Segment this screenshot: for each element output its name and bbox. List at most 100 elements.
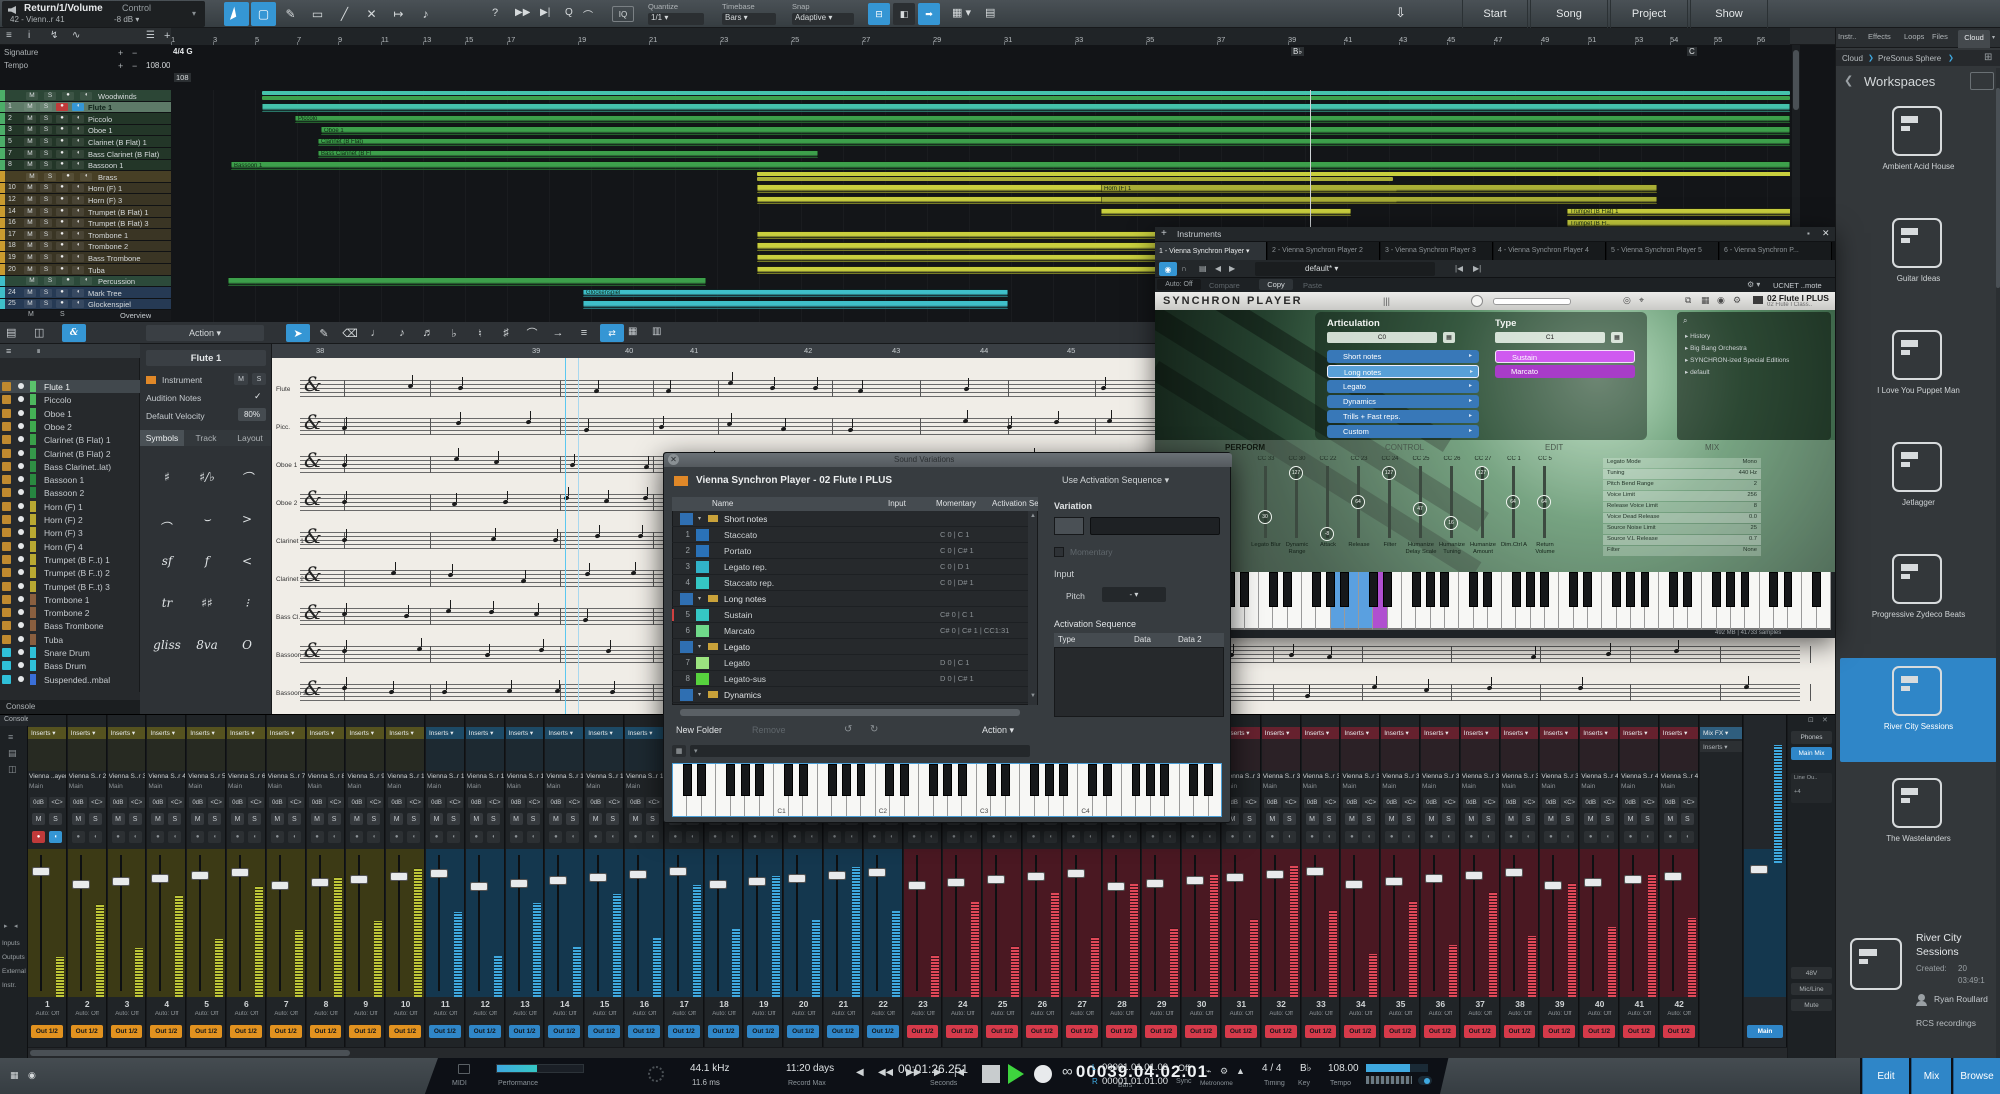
mute-button[interactable]: M: [1664, 813, 1677, 825]
mixer-hscroll-thumb[interactable]: [30, 1050, 350, 1056]
start-page-button[interactable]: Start: [1462, 0, 1528, 28]
variation-row[interactable]: 6MarcatoC# 0 | C# 1 | CC1:31: [672, 623, 1028, 639]
mute-button[interactable]: M: [26, 277, 38, 285]
solo-button[interactable]: S: [487, 813, 500, 825]
variation-row[interactable]: 2PortatoC 0 | C# 1: [672, 543, 1028, 559]
gain-chip[interactable]: 0dB: [269, 797, 286, 808]
channel-strip[interactable]: Inserts ▾Vienna S..r 7Main0dB<C>MS●◖7Aut…: [267, 715, 306, 1047]
inserts-header[interactable]: Inserts ▾: [108, 727, 147, 739]
type-learn-icon[interactable]: ▦: [1611, 332, 1623, 343]
output-chip[interactable]: Out 1/2: [1464, 1025, 1496, 1038]
sharp-button[interactable]: ♯: [494, 324, 518, 342]
monitor-button[interactable]: ◖: [1641, 831, 1654, 843]
pan-chip[interactable]: <C>: [1362, 797, 1378, 808]
channel-output[interactable]: Main: [1342, 783, 1379, 790]
fader-lane[interactable]: [744, 849, 783, 997]
inserts-header[interactable]: Inserts ▾: [1540, 727, 1579, 739]
inserts-header[interactable]: Inserts ▾: [1580, 727, 1619, 739]
automation-mode[interactable]: Auto: Off: [586, 1011, 623, 1017]
folder-caret-icon[interactable]: ▾: [698, 595, 701, 602]
score-list-menu-icon[interactable]: ≡: [6, 346, 11, 356]
pan-chip[interactable]: <C>: [646, 797, 662, 808]
visibility-dot[interactable]: [18, 609, 24, 615]
fader-lane[interactable]: [665, 849, 704, 997]
channel-strip[interactable]: Inserts ▾Vienna S..r 15Main0dB<C>MS●◖15A…: [585, 715, 624, 1047]
visibility-dot[interactable]: [18, 636, 24, 642]
setting-row[interactable]: FilterNone: [1603, 546, 1761, 556]
record-arm-button[interactable]: ●: [669, 831, 682, 843]
black-key[interactable]: [1540, 572, 1549, 607]
mute-button[interactable]: M: [24, 115, 36, 123]
solo-button[interactable]: S: [1283, 813, 1296, 825]
inserts-header[interactable]: Inserts ▾: [1421, 727, 1460, 739]
workspace-card[interactable]: River City Sessions: [1840, 658, 1997, 762]
output-chip[interactable]: Out 1/2: [1344, 1025, 1376, 1038]
channel-strip[interactable]: Inserts ▾Vienna S..r 4Main0dB<C>MS●◖4Aut…: [147, 715, 186, 1047]
fader-lane[interactable]: [386, 849, 425, 997]
mute-button[interactable]: M: [24, 161, 36, 169]
inserts-header[interactable]: Inserts ▾: [1341, 727, 1380, 739]
automation-mode[interactable]: Auto: Off: [427, 1011, 464, 1017]
channel-output[interactable]: Main: [29, 783, 66, 790]
tempo-add-icon[interactable]: +: [118, 61, 123, 71]
fader-handle[interactable]: [231, 868, 249, 877]
output-chip[interactable]: Out 1/2: [548, 1025, 580, 1038]
return-to-zero-button[interactable]: |◀: [954, 1067, 964, 1078]
record-arm-button[interactable]: ●: [1425, 831, 1438, 843]
output-chip[interactable]: Out 1/2: [588, 1025, 620, 1038]
fader-knob[interactable]: 30: [1258, 510, 1272, 524]
record-arm-button[interactable]: ●: [350, 831, 363, 843]
mute-button[interactable]: M: [1266, 813, 1279, 825]
meter-toggle-dot[interactable]: [1424, 1078, 1430, 1084]
inserts-header[interactable]: Inserts ▾: [386, 727, 425, 739]
browser-item[interactable]: ▸ SYNCHRON-ized Special Editions: [1685, 356, 1789, 364]
black-key[interactable]: [1383, 572, 1392, 607]
solo-button[interactable]: S: [407, 813, 420, 825]
score-track-row[interactable]: Bass Drum: [0, 659, 140, 672]
close-icon[interactable]: ✕: [1822, 716, 1828, 724]
vienna-keyboard[interactable]: [1159, 572, 1831, 630]
instrument-tab[interactable]: 1 - Vienna Synchron Player ▾: [1155, 242, 1267, 260]
table-scroll-up-icon[interactable]: ▲: [1030, 513, 1036, 519]
mute-button[interactable]: M: [1505, 813, 1518, 825]
inserts-header[interactable]: Inserts ▾: [346, 727, 385, 739]
fader-handle[interactable]: [470, 882, 488, 891]
phones-button[interactable]: Phones: [1791, 731, 1832, 744]
symbol-palette-item[interactable]: 8va: [190, 628, 224, 662]
black-key[interactable]: [1483, 572, 1492, 607]
variation-folder-row[interactable]: ▾Short notes: [672, 511, 1028, 527]
clip[interactable]: [262, 96, 1790, 100]
fader-knob[interactable]: 64: [1537, 495, 1551, 509]
record-arm-button[interactable]: ●: [56, 289, 68, 297]
breadcrumb-cloud[interactable]: Cloud: [1842, 54, 1863, 63]
channel-output[interactable]: Main: [1621, 783, 1658, 790]
fader-handle[interactable]: [1306, 867, 1324, 876]
keys-icon[interactable]: ▦: [1701, 295, 1710, 306]
symbol-palette-item[interactable]: ♯/♭: [190, 460, 224, 494]
show-page-button[interactable]: Show: [1690, 0, 1768, 28]
fader-lane[interactable]: [426, 849, 465, 997]
monitor-button[interactable]: ◖: [72, 289, 84, 297]
track-row[interactable]: 19MS●◖Bass Trombone: [0, 252, 171, 264]
fader-knob[interactable]: 16: [1444, 516, 1458, 530]
gain-chip[interactable]: 0dB: [1463, 797, 1480, 808]
black-key[interactable]: [784, 764, 793, 796]
track-row[interactable]: 24MS●◖Mark Tree: [0, 287, 171, 299]
black-key[interactable]: [697, 764, 706, 796]
fader-lane[interactable]: [1262, 849, 1301, 997]
tie-button[interactable]: ⌒: [520, 324, 544, 342]
solo-button[interactable]: S: [49, 813, 62, 825]
track-row[interactable]: 7MS●◖Bass Clarinet (B Flat): [0, 148, 171, 160]
automation-mode[interactable]: Auto: Off: [1303, 1011, 1340, 1017]
output-chip[interactable]: Out 1/2: [986, 1025, 1018, 1038]
solo-button[interactable]: S: [40, 242, 52, 250]
record-arm-button[interactable]: ●: [56, 115, 68, 123]
clip[interactable]: Trumpet (B Flat) 1: [1567, 208, 1790, 217]
score-track-row[interactable]: Piccolo: [0, 393, 140, 406]
record-arm-button[interactable]: ●: [1584, 831, 1597, 843]
record-arm-button[interactable]: ●: [430, 831, 443, 843]
record-arm-button[interactable]: ●: [112, 831, 125, 843]
clip[interactable]: [1101, 196, 1657, 205]
perform-tab-perform[interactable]: PERFORM: [1225, 443, 1265, 452]
gain-chip[interactable]: 0dB: [30, 797, 47, 808]
